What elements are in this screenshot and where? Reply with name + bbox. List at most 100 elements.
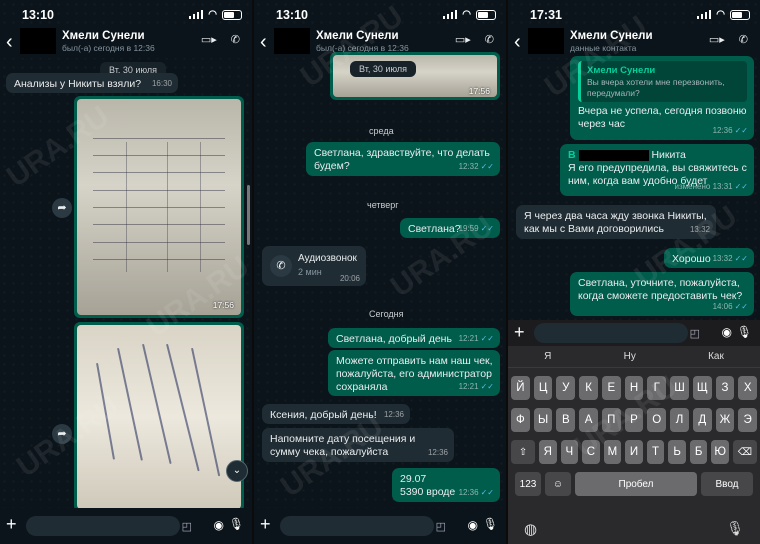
scroll-down-button[interactable]: ⌄ [226,460,248,482]
letter-key[interactable]: Ь [668,440,686,464]
dictation-mic-icon[interactable]: 🎙 [726,520,744,537]
suggestion[interactable]: Ну [624,351,636,362]
message-outgoing[interactable]: Хорошо 13:32 ✓✓ [664,248,754,268]
letter-key[interactable]: В [556,408,576,432]
plus-icon[interactable]: + [514,322,525,343]
message-input[interactable] [534,323,688,343]
audio-call-bubble[interactable]: ✆ Аудиозвонок 2 мин 20:06 [262,246,366,286]
message-outgoing[interactable]: Можете отправить нам наш чек, пожалуйста… [328,350,500,396]
quoted-message[interactable]: Хмели Сунели Вы вчера хотели мне перезво… [578,61,747,102]
letter-key[interactable]: Е [601,376,621,400]
letter-key[interactable]: Д [692,408,712,432]
document-photo [77,99,241,315]
letter-key[interactable]: Щ [692,376,712,400]
message-outgoing[interactable]: Светлана? 19:59 ✓✓ [400,218,500,238]
phone-icon[interactable]: ✆ [485,33,494,46]
keyboard: + ◰ ◉ 🎙 Я Ну Как ЙЦУКЕНГШЩЗХ ФЫВАПРОЛДЖЭ… [508,320,760,544]
chevron-left-icon[interactable]: ‹ [514,31,521,54]
chevron-left-icon[interactable]: ‹ [6,31,13,54]
letter-key[interactable]: Ц [533,376,553,400]
backspace-key-icon[interactable]: ⌫ [732,440,757,464]
letter-key[interactable]: З [715,376,735,400]
plus-icon[interactable]: + [260,514,271,535]
contact-name[interactable]: Хмели Сунели [62,30,145,42]
letter-key[interactable]: Э [738,408,758,432]
letter-key[interactable]: Р [624,408,644,432]
space-key[interactable]: Пробел [575,472,697,496]
battery-icon [222,9,242,20]
chevron-left-icon[interactable]: ‹ [260,31,267,54]
avatar[interactable] [20,28,56,54]
message-input[interactable] [26,516,180,536]
letter-key[interactable]: Ы [533,408,553,432]
message-outgoing[interactable]: Светлана, добрый день 12:21 ✓✓ [328,328,500,348]
globe-icon[interactable]: ◍ [524,520,537,538]
mic-icon[interactable]: 🎙 [737,325,752,339]
letter-key[interactable]: М [603,440,622,464]
battery-icon [730,9,750,20]
letter-key[interactable]: Ю [711,440,729,464]
message-input[interactable] [280,516,434,536]
letter-key[interactable]: Н [624,376,644,400]
chat-header: ‹ Хмели Сунели был(-а) сегодня в 12:36 ▭… [0,28,252,58]
letter-key[interactable]: А [579,408,598,432]
message-outgoing[interactable]: В Никита Я его предупредила, вы свяжитес… [560,144,754,196]
return-key[interactable]: Ввод [701,472,753,496]
contact-name[interactable]: Хмели Сунели [570,30,653,42]
video-icon[interactable]: ▭▸ [709,33,725,46]
letter-key[interactable]: Й [510,376,530,400]
sticker-icon[interactable]: ◰ [436,520,446,533]
sticker-icon[interactable]: ◰ [182,520,192,533]
letter-key[interactable]: Х [738,376,758,400]
avatar[interactable] [528,28,564,54]
message-outgoing[interactable]: 29.07 5390 вроде 12:36 ✓✓ [392,468,500,502]
mic-icon[interactable]: 🎙 [229,517,244,531]
scrollbar[interactable] [247,185,250,245]
contact-name[interactable]: Хмели Сунели [316,30,399,42]
message-outgoing[interactable]: Светлана, уточните, пожалуйста, когда см… [570,272,754,316]
letter-key[interactable]: Г [647,376,667,400]
forward-icon[interactable]: ➦ [52,424,72,444]
letter-key[interactable]: Ч [560,440,579,464]
numbers-key[interactable]: 123 [515,472,541,496]
letter-key[interactable]: Б [689,440,708,464]
letter-key[interactable]: П [601,408,621,432]
avatar[interactable] [274,28,310,54]
photo-message-2[interactable] [74,322,244,512]
video-icon[interactable]: ▭▸ [201,33,217,46]
letter-key[interactable]: У [556,376,576,400]
photo-message[interactable]: 17:56 [74,96,244,318]
sticker-icon[interactable]: ◰ [690,327,700,340]
video-icon[interactable]: ▭▸ [455,33,471,46]
message-incoming[interactable]: Анализы у Никиты взяли? 16:30 [6,73,178,93]
suggestion[interactable]: Я [544,351,551,362]
letter-key[interactable]: С [582,440,600,464]
camera-icon[interactable]: ◉ [722,325,732,339]
message-incoming[interactable]: Ксения, добрый день! 12:36 [262,404,410,424]
shift-key-icon[interactable]: ⇧ [511,440,536,464]
letter-key[interactable]: Т [646,440,665,464]
message-incoming[interactable]: Напомните дату посещения и сумму чека, п… [262,428,454,462]
letter-key[interactable]: Ф [510,408,530,432]
plus-icon[interactable]: + [6,514,17,535]
letter-key[interactable]: И [625,440,643,464]
letter-key[interactable]: О [647,408,667,432]
redacted-block [578,149,649,161]
status-bar: 13:10 ◠ [0,0,252,28]
message-outgoing[interactable]: Светлана, здравствуйте, что делать будем… [306,142,500,176]
suggestion[interactable]: Как [708,351,724,362]
phone-icon[interactable]: ✆ [739,33,748,46]
emoji-key[interactable]: ☺ [545,472,571,496]
forward-icon[interactable]: ➦ [52,198,72,218]
letter-key[interactable]: Л [670,408,689,432]
reply-message[interactable]: Хмели Сунели Вы вчера хотели мне перезво… [570,56,754,140]
mic-icon[interactable]: 🎙 [483,517,498,531]
camera-icon[interactable]: ◉ [468,518,478,532]
phone-icon[interactable]: ✆ [231,33,240,46]
letter-key[interactable]: К [579,376,598,400]
letter-key[interactable]: Я [539,440,557,464]
camera-icon[interactable]: ◉ [214,518,224,532]
message-incoming[interactable]: Я через два часа жду звонка Никиты, как … [516,205,716,239]
letter-key[interactable]: Ш [670,376,689,400]
letter-key[interactable]: Ж [715,408,735,432]
